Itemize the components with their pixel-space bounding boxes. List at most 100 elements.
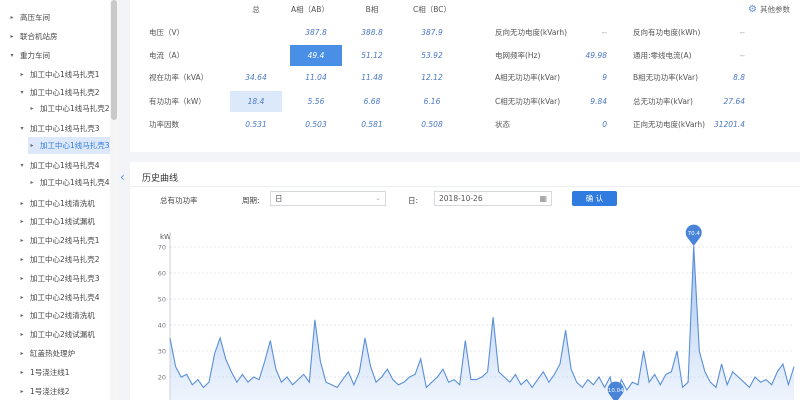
collapse-sidebar-icon[interactable]: ‹ [120,170,125,184]
tree-node-label: 加工中心2线马扎壳3 [30,274,100,283]
mid-value-c-reactive-power: 9.84 [590,97,607,106]
cell-current-b: 51.12 [361,51,383,60]
svg-text:10.04: 10.04 [608,388,624,394]
tree-node-line1-3[interactable]: ▾ 加工中心1线马扎壳3 [18,120,100,137]
tree-node-label: 加工中心2线马扎壳2 [30,255,100,264]
tree-node-line1-4-child[interactable]: ▸ 加工中心1线马扎壳4 [28,174,110,191]
tree-node-pour-line-1[interactable]: ▸ 1号浇注线1 [18,364,70,381]
row-label-power-factor: 功率因数 [149,120,179,129]
tree-node-label: 加工中心1线马扎壳3 [40,141,110,150]
chevron-right-icon[interactable]: ▸ [18,326,26,343]
cell-current-a: 49.4 [307,51,325,60]
tree-node-label: 加工中心2线试漏机 [30,330,95,339]
tree-node-line2-1[interactable]: ▸ 加工中心2线马扎壳1 [18,232,99,249]
tree-node-label: 加工中心1线马扎壳1 [30,70,100,79]
tree-node-joint-station[interactable]: ▸ 联合机站房 [8,28,58,45]
mid-label-grid-frequency: 电网频率(Hz) [495,51,541,60]
mid-value-a-reactive-power: 9 [602,73,607,82]
tree-node-high-voltage[interactable]: ▸ 高压车间 [8,9,50,26]
cell-pf-b: 0.581 [361,120,383,129]
svg-text:70.4: 70.4 [688,231,701,237]
chevron-right-icon[interactable]: ▸ [28,174,36,191]
chevron-right-icon[interactable]: ▸ [18,345,26,362]
app-root: ▸ 高压车间 ▸ 联合机站房 ▾ 重力车间 ▸ 加工中心1线马扎壳1 ▾ 加工中心1线马扎… [0,0,800,400]
right-value-b-reactive-power: 8.8 [733,73,745,82]
tree-node-gravity-workshop[interactable]: ▾ 重力车间 [8,47,50,64]
chevron-right-icon[interactable]: ▸ [18,213,26,230]
tree-node-label: 加工中心1线马扎壳3 [30,124,100,133]
tree-node-label: 加工中心2线马扎壳4 [30,293,100,302]
mid-value-reverse-reactive-energy: -- [601,28,607,37]
tree-node-line2-2[interactable]: ▸ 加工中心2线马扎壳2 [18,251,100,268]
tree-node-label: 加工中心1线马扎壳2 [30,88,100,97]
chevron-down-icon[interactable]: ▾ [18,84,26,101]
tree-node-label: 缸盖热处理炉 [30,349,75,358]
cell-apparent-c: 12.12 [421,73,443,82]
tree-node-label: 高压车间 [20,13,50,22]
cell-voltage-a: 387.8 [305,28,327,37]
chevron-right-icon[interactable]: ▸ [8,9,16,26]
chevron-right-icon[interactable]: ▸ [18,383,26,400]
tree-node-line1-leak-tester[interactable]: ▸ 加工中心1线试漏机 [18,213,95,230]
tree-node-label: 重力车间 [20,51,50,60]
tree-node-line1-3-child[interactable]: ▸ 加工中心1线马扎壳3 [28,137,114,154]
other-params-link[interactable]: ⚙ 其他参数 [748,4,790,15]
y-tick-label: 20 [158,374,166,382]
tree-node-line2-washer[interactable]: ▸ 加工中心2线清洗机 [18,307,94,324]
chevron-down-icon[interactable]: ▾ [18,157,26,174]
mid-label-a-reactive-power: A相无功功率(kVar) [495,73,561,82]
tree-node-pour-line-2[interactable]: ▸ 1号浇注线2 [18,383,69,400]
chevron-right-icon[interactable]: ▸ [18,307,26,324]
col-header-phase-b: B相 [365,5,379,14]
max-value-marker[interactable]: 70.4 [685,224,702,246]
chevron-right-icon[interactable]: ▸ [18,232,26,249]
tree-node-line1-2-child[interactable]: ▸ 加工中心1线马扎壳2 [28,100,109,117]
tree-node-label: 加工中心1线马扎壳4 [40,178,110,187]
chevron-right-icon[interactable]: ▸ [18,289,26,306]
gear-icon: ⚙ [748,4,757,15]
sidebar-tree: ▸ 高压车间 ▸ 联合机站房 ▾ 重力车间 ▸ 加工中心1线马扎壳1 ▾ 加工中心1线马扎… [0,0,118,400]
chevron-right-icon[interactable]: ▸ [18,364,26,381]
chevron-right-icon[interactable]: ▸ [18,270,26,287]
tree-node-line2-3[interactable]: ▸ 加工中心2线马扎壳3 [18,270,100,287]
chevron-right-icon[interactable]: ▸ [18,195,26,212]
row-label-active-power: 有功功率（kW） [149,97,206,106]
chevron-right-icon[interactable]: ▸ [8,28,16,45]
tree-node-label: 加工中心1线试漏机 [30,217,95,226]
chevron-down-icon[interactable]: ▾ [18,120,26,137]
tree-node-line1-2[interactable]: ▾ 加工中心1线马扎壳2 [18,84,100,101]
tree-node-line1-1[interactable]: ▸ 加工中心1线马扎壳1 [18,66,100,83]
tree-node-line2-4[interactable]: ▸ 加工中心2线马扎壳4 [18,289,100,306]
chevron-right-icon[interactable]: ▸ [18,251,26,268]
chevron-down-icon[interactable]: ▾ [8,47,16,64]
tree-node-label: 联合机站房 [20,32,58,41]
cell-current-total [230,49,282,63]
cell-pf-c: 0.508 [421,120,443,129]
tree-node-heat-treatment[interactable]: ▸ 缸盖热处理炉 [18,345,75,362]
cell-active-b: 6.68 [363,97,381,106]
right-label-forward-reactive-energy: 正向无功电度(kVarh) [633,120,706,129]
cell-apparent-total: 34.64 [245,73,267,82]
cell-pf-total: 0.531 [245,120,267,129]
mid-label-status: 状态 [495,120,510,129]
right-label-b-reactive-power: B相无功功率(kVar) [633,73,699,82]
tree-node-line1-4[interactable]: ▾ 加工中心1线马扎壳4 [18,157,100,174]
other-params-label: 其他参数 [760,5,790,14]
chevron-right-icon[interactable]: ▸ [18,66,26,83]
tree-node-line2-leak-tester[interactable]: ▸ 加工中心2线试漏机 [18,326,95,343]
y-tick-label: 30 [158,348,166,356]
tree-node-line1-washer[interactable]: ▸ 加工中心1线清洗机 [18,195,94,212]
y-tick-label: 50 [158,296,166,304]
cell-voltage-c: 387.9 [421,28,443,37]
right-label-reverse-active-energy: 反向有功电度(kWh) [633,28,701,37]
cell-apparent-b: 11.48 [361,73,383,82]
sidebar-scrollbar-thumb[interactable] [111,0,117,120]
chevron-right-icon[interactable]: ▸ [28,100,36,117]
cell-voltage-b: 388.8 [361,28,383,37]
col-header-phase-a: A相（AB） [291,5,329,14]
tree-node-label: 1号浇注线1 [30,368,70,377]
right-value-reverse-active-energy: -- [739,28,745,37]
cell-apparent-a: 11.04 [305,73,327,82]
tree-node-label: 加工中心1线马扎壳4 [30,161,100,170]
chevron-right-icon[interactable]: ▸ [28,137,36,154]
